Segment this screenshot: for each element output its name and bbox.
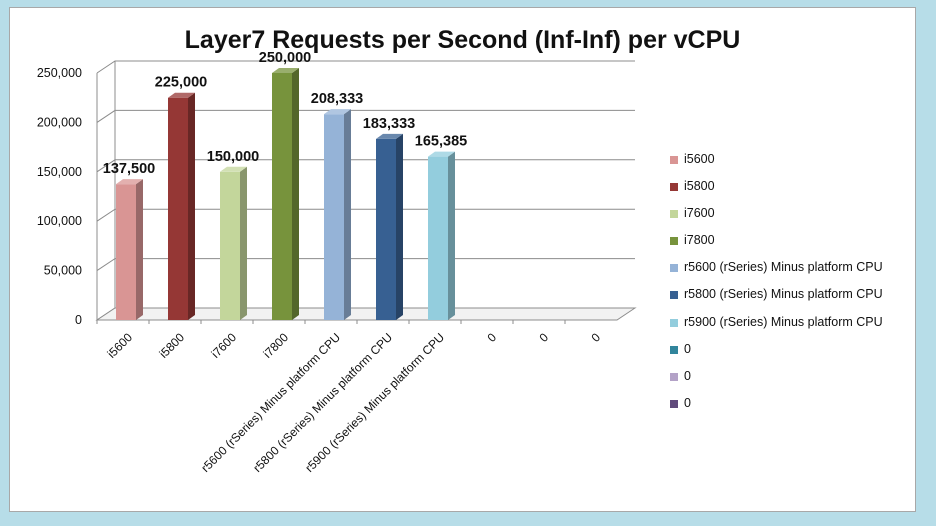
legend-label: r5600 (rSeries) Minus platform CPU — [684, 260, 883, 275]
bar — [116, 184, 136, 320]
legend-item: 0 — [670, 369, 910, 396]
legend-label: i5600 — [684, 152, 715, 166]
x-tick-label: 0 — [588, 330, 603, 345]
x-tick-label: i7800 — [260, 330, 291, 361]
bar-side — [292, 68, 299, 320]
data-label: 225,000 — [155, 75, 207, 91]
y-tick-label: 100,000 — [37, 214, 82, 228]
x-tick-label: i5800 — [156, 330, 187, 361]
legend-swatch — [670, 291, 678, 300]
data-label: 165,385 — [415, 134, 467, 150]
bar-side — [396, 133, 403, 320]
bar — [272, 73, 292, 320]
legend-swatch — [670, 399, 678, 408]
legend-swatch — [670, 183, 678, 192]
y-tick-label: 50,000 — [44, 264, 82, 278]
legend-swatch — [670, 210, 678, 219]
legend-swatch — [670, 237, 678, 246]
legend-label: i7600 — [684, 206, 715, 221]
gridline — [96, 60, 635, 74]
bar — [428, 156, 448, 320]
legend-item: 0 — [670, 342, 910, 369]
chart-frame: Layer7 Requests per Second (Inf-Inf) per… — [9, 7, 916, 512]
legend-label: 0 — [684, 341, 691, 356]
bar-side — [448, 151, 455, 320]
x-tick-label: i7600 — [208, 330, 239, 361]
x-tick-label: 0 — [536, 330, 551, 345]
legend-label: 0 — [684, 368, 691, 383]
legend-item: 0 — [670, 396, 910, 423]
y-tick-label: 150,000 — [37, 165, 82, 179]
legend-item: r5600 (rSeries) Minus platform CPU — [670, 260, 910, 287]
data-label: 250,000 — [259, 50, 311, 66]
legend-item: r5800 (rSeries) Minus platform CPU — [670, 287, 910, 314]
legend-label: i5800 — [684, 179, 715, 194]
data-label: 150,000 — [207, 149, 259, 165]
legend-item: r5900 (rSeries) Minus platform CPU — [670, 315, 910, 342]
data-label: 183,333 — [363, 116, 415, 132]
bar — [324, 114, 344, 320]
legend-swatch — [670, 264, 678, 273]
legend-label: r5800 (rSeries) Minus platform CPU — [684, 287, 883, 302]
bar-side — [136, 179, 143, 320]
legend-swatch — [670, 156, 678, 164]
bar-side — [188, 92, 195, 320]
y-tick-label: 250,000 — [37, 66, 82, 80]
legend-item: i5600 — [670, 152, 910, 179]
legend-label: r5900 (rSeries) Minus platform CPU — [684, 314, 883, 329]
legend-swatch — [670, 345, 678, 354]
legend-swatch — [670, 372, 678, 381]
x-tick-label: i5600 — [104, 330, 135, 361]
x-tick-label: 0 — [484, 330, 499, 345]
data-label: 137,500 — [103, 161, 155, 177]
legend-item: i7600 — [670, 206, 910, 233]
legend-label: 0 — [684, 395, 691, 410]
legend-item: i5800 — [670, 179, 910, 206]
legend-swatch — [670, 318, 678, 327]
bar-side — [240, 166, 247, 320]
bar-side — [344, 109, 351, 320]
bar — [168, 97, 188, 320]
chart-legend: i5600 i5800 i7600 i7800 r5600 (rSeries) Minu… — [670, 152, 910, 423]
legend-item: i7800 — [670, 233, 910, 260]
y-tick-label: 200,000 — [37, 115, 82, 129]
legend-label: i7800 — [684, 233, 715, 248]
bar — [220, 171, 240, 320]
y-tick-label: 0 — [75, 313, 82, 327]
bar — [376, 138, 396, 320]
data-label: 208,333 — [311, 91, 363, 107]
